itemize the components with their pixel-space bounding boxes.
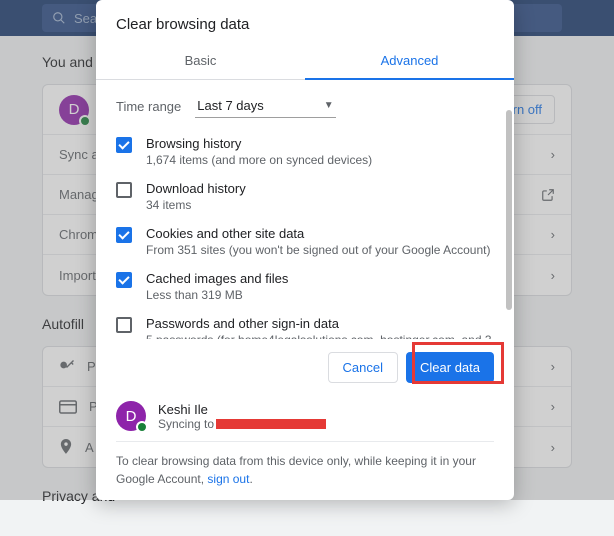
avatar: D	[116, 401, 146, 431]
dropdown-arrow-icon: ▼	[324, 100, 334, 111]
clear-data-button[interactable]: Clear data	[406, 352, 494, 383]
checkbox-cookies[interactable]	[116, 227, 132, 243]
dialog-scroll: Time range Last 7 days ▼ Browsing histor…	[96, 80, 514, 339]
checkbox-cached[interactable]	[116, 272, 132, 288]
user-name: Keshi Ile	[158, 402, 326, 417]
cancel-button[interactable]: Cancel	[328, 352, 398, 383]
signout-hint: To clear browsing data from this device …	[116, 452, 494, 488]
sign-out-link[interactable]: sign out	[207, 472, 249, 486]
checkbox-passwords[interactable]	[116, 317, 132, 333]
time-range-select[interactable]: Last 7 days ▼	[195, 94, 335, 118]
tab-advanced[interactable]: Advanced	[305, 43, 514, 80]
scrollbar[interactable]	[506, 110, 512, 310]
checkbox-browsing-history[interactable]	[116, 137, 132, 153]
tab-basic[interactable]: Basic	[96, 43, 305, 79]
time-range-label: Time range	[116, 99, 181, 114]
dialog-tabs: Basic Advanced	[96, 43, 514, 80]
checkbox-download-history[interactable]	[116, 182, 132, 198]
dialog-title: Clear browsing data	[96, 0, 514, 43]
user-row: D Keshi Ile Syncing to	[116, 395, 494, 441]
dialog-actions: Cancel Clear data	[96, 339, 514, 395]
sync-badge-icon	[136, 421, 148, 433]
redacted-email	[216, 419, 326, 429]
clear-browsing-dialog: Clear browsing data Basic Advanced Time …	[96, 0, 514, 500]
